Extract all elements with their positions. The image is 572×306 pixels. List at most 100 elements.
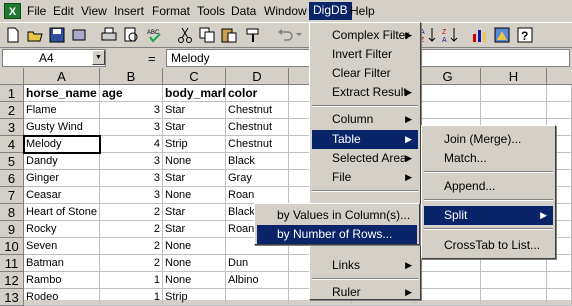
row-header[interactable]: 10 (0, 238, 24, 255)
table-cell[interactable]: Star (163, 102, 226, 119)
permission-icon[interactable] (70, 26, 88, 44)
table-cell[interactable] (226, 289, 289, 306)
table-cell[interactable]: Ginger (24, 170, 100, 187)
table-cell[interactable]: Chestnut (226, 119, 289, 136)
row-header[interactable]: 2 (0, 102, 24, 119)
table-cell[interactable]: None (163, 255, 226, 272)
row-header[interactable]: 6 (0, 170, 24, 187)
menu-help[interactable]: Help (350, 4, 375, 18)
column-header-b[interactable]: B (100, 68, 163, 85)
menu-item-file[interactable]: File ▶ (312, 168, 418, 187)
print-icon[interactable] (100, 26, 118, 44)
menu-view[interactable]: View (81, 4, 107, 18)
help-icon[interactable]: ? (516, 26, 534, 44)
header-cell[interactable]: age (100, 85, 163, 102)
table-cell[interactable]: Roan (226, 187, 289, 204)
empty-cell[interactable] (547, 272, 572, 289)
copy-icon[interactable] (198, 26, 216, 44)
table-cell[interactable]: Seven (24, 238, 100, 255)
menu-item-table[interactable]: Table ▶ (312, 130, 418, 149)
row-header[interactable]: 11 (0, 255, 24, 272)
table-cell[interactable]: 3 (100, 102, 163, 119)
table-cell[interactable]: 2 (100, 255, 163, 272)
menu-item-split[interactable]: Split ▶ (424, 206, 553, 225)
column-header-c[interactable]: C (163, 68, 226, 85)
table-cell[interactable]: Star (163, 204, 226, 221)
empty-cell[interactable] (481, 102, 547, 119)
table-cell[interactable]: 3 (100, 119, 163, 136)
row-header[interactable]: 8 (0, 204, 24, 221)
cut-icon[interactable] (176, 26, 194, 44)
empty-cell[interactable] (481, 272, 547, 289)
table-cell[interactable]: Strip (163, 289, 226, 306)
column-header-h[interactable]: H (481, 68, 547, 85)
table-cell[interactable]: 2 (100, 221, 163, 238)
table-cell[interactable]: 2 (100, 238, 163, 255)
table-cell[interactable]: None (163, 187, 226, 204)
menu-file[interactable]: File (27, 4, 46, 18)
empty-cell[interactable] (415, 102, 481, 119)
table-cell[interactable]: Rocky (24, 221, 100, 238)
menu-item-column[interactable]: Column ▶ (312, 110, 418, 129)
open-folder-icon[interactable] (26, 26, 44, 44)
paste-icon[interactable] (220, 26, 238, 44)
menu-tools[interactable]: Tools (197, 4, 225, 18)
menu-item-invert-filter[interactable]: Invert Filter (312, 45, 418, 64)
column-header-i[interactable] (547, 68, 572, 85)
menu-item-links[interactable]: Links ▶ (312, 256, 418, 275)
name-box-dropdown-icon[interactable]: ▼ (92, 50, 105, 65)
excel-app-icon[interactable]: X (4, 3, 21, 19)
row-header[interactable]: 4 (0, 136, 24, 153)
row-header[interactable]: 13 (0, 289, 24, 306)
menu-insert[interactable]: Insert (114, 4, 144, 18)
header-cell[interactable]: horse_name (24, 85, 100, 102)
empty-cell[interactable] (481, 85, 547, 102)
table-cell[interactable]: Gray (226, 170, 289, 187)
menu-digdb[interactable]: DigDB (309, 2, 352, 20)
menu-item-split-by-rows[interactable]: by Number of Rows... (257, 225, 417, 244)
menu-item-ruler[interactable]: Ruler ▶ (312, 283, 418, 302)
menu-item-join-merge[interactable]: Join (Merge)... (424, 130, 553, 149)
table-cell[interactable]: None (163, 272, 226, 289)
table-cell[interactable]: Star (163, 119, 226, 136)
table-cell[interactable]: Flame (24, 102, 100, 119)
table-cell[interactable]: Dandy (24, 153, 100, 170)
menu-item-crosstab-to-list[interactable]: CrossTab to List... (424, 236, 553, 255)
column-header-d[interactable]: D (226, 68, 289, 85)
table-cell[interactable]: None (163, 238, 226, 255)
sort-descending-icon[interactable]: ZA (441, 26, 459, 44)
empty-cell[interactable] (547, 102, 572, 119)
empty-cell[interactable] (415, 272, 481, 289)
table-cell[interactable]: Batman (24, 255, 100, 272)
table-cell[interactable]: 4 (100, 136, 163, 153)
save-icon[interactable] (48, 26, 66, 44)
column-header-a[interactable]: A (24, 68, 100, 85)
menu-item-split-by-values[interactable]: by Values in Column(s)... (257, 206, 417, 225)
menu-item-match[interactable]: Match... (424, 149, 553, 168)
row-header[interactable]: 5 (0, 153, 24, 170)
row-header[interactable]: 1 (0, 85, 24, 102)
table-cell[interactable]: Star (163, 221, 226, 238)
empty-cell[interactable] (415, 289, 481, 306)
empty-cell[interactable] (547, 289, 572, 306)
table-cell[interactable]: Rambo (24, 272, 100, 289)
menu-item-complex-filter[interactable]: Complex Filter ▶ (312, 26, 418, 45)
header-cell[interactable]: color (226, 85, 289, 102)
menu-item-clear-filter[interactable]: Clear Filter (312, 64, 418, 83)
header-cell[interactable]: body_mark (163, 85, 226, 102)
undo-icon[interactable] (276, 26, 294, 44)
menu-window[interactable]: Window (264, 4, 307, 18)
empty-cell[interactable] (547, 85, 572, 102)
table-cell[interactable]: Dun (226, 255, 289, 272)
table-cell[interactable]: 3 (100, 170, 163, 187)
table-cell[interactable]: Chestnut (226, 102, 289, 119)
table-cell[interactable]: Heart of Stone (24, 204, 100, 221)
table-cell[interactable]: 3 (100, 153, 163, 170)
column-header-g[interactable]: G (415, 68, 481, 85)
menu-data[interactable]: Data (231, 4, 256, 18)
menu-item-selected-area[interactable]: Selected Area ▶ (312, 149, 418, 168)
empty-cell[interactable] (481, 289, 547, 306)
table-cell[interactable]: None (163, 153, 226, 170)
row-header[interactable]: 7 (0, 187, 24, 204)
row-header[interactable]: 12 (0, 272, 24, 289)
